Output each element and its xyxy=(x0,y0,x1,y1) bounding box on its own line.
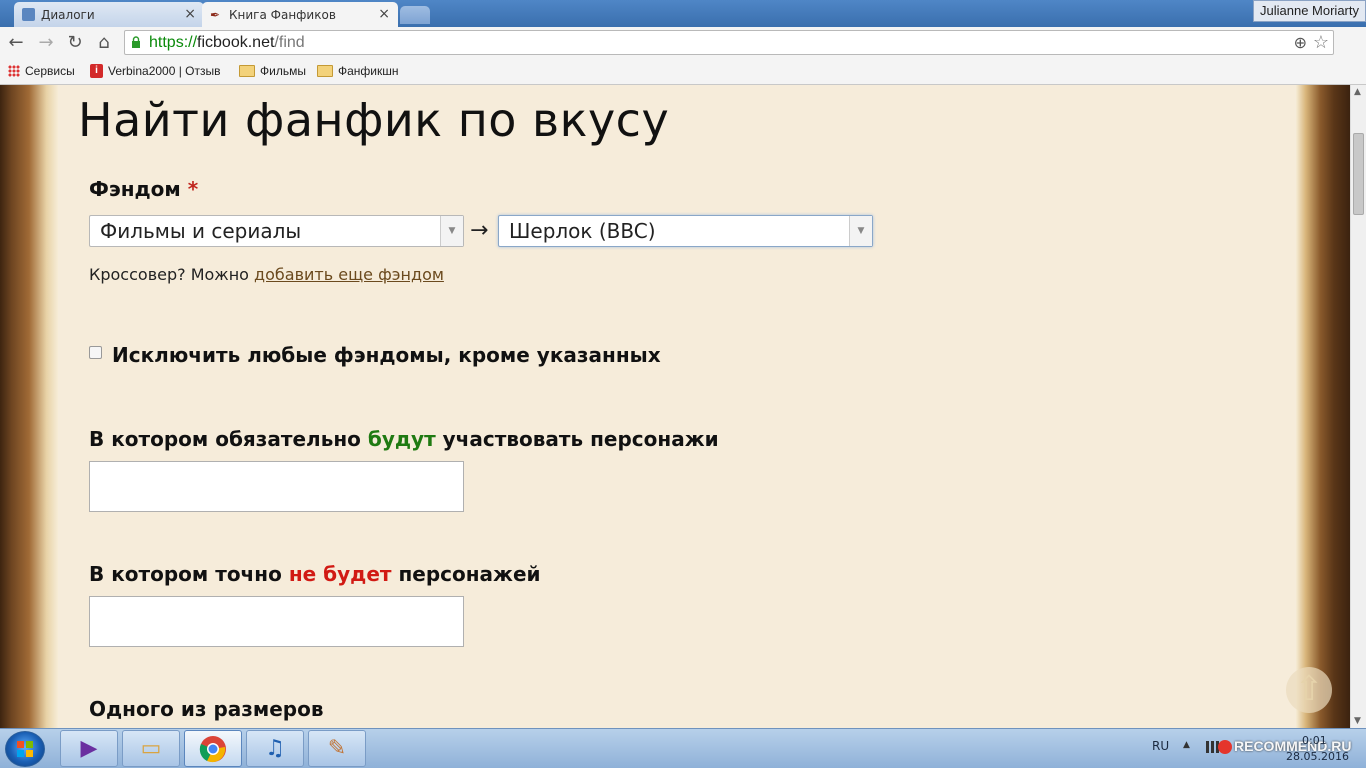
start-button[interactable] xyxy=(5,731,45,767)
page-title: Найти фанфик по вкусу xyxy=(78,93,670,147)
folder-icon xyxy=(239,65,255,77)
bookmark-star-icon[interactable]: ☆ xyxy=(1313,31,1329,54)
taskbar-media-player[interactable]: ▶ xyxy=(60,730,118,767)
tab-ficbook[interactable]: ✒ Книга Фанфиков × xyxy=(202,2,398,27)
apps-icon xyxy=(8,65,20,77)
exclude-fandoms-label[interactable]: Исключить любые фэндомы, кроме указанных xyxy=(112,343,661,367)
folder-icon xyxy=(317,65,333,77)
lock-icon xyxy=(132,36,140,48)
home-icon[interactable]: ⌂ xyxy=(94,33,114,53)
bookmark-fanfiction[interactable]: Фанфикшн xyxy=(317,64,399,78)
taskbar-paint[interactable]: ✎ xyxy=(308,730,366,767)
tab-label: Книга Фанфиков xyxy=(229,7,336,22)
profile-button[interactable]: Julianne Moriarty xyxy=(1253,0,1366,22)
zoom-icon[interactable]: ⊕ xyxy=(1294,32,1307,55)
fandom-select[interactable]: Шерлок (BBC) ▼ xyxy=(498,215,873,247)
include-characters-input[interactable] xyxy=(89,461,464,512)
include-characters-label: В котором обязательно будут участвовать … xyxy=(89,427,719,451)
fandom-label: Фэндом * xyxy=(89,177,199,201)
bookmarks-bar: Сервисы i Verbina2000 | Отзыв Фильмы Фан… xyxy=(0,59,1366,85)
media-player-icon: ▶ xyxy=(80,736,98,761)
dropdown-arrow-icon[interactable]: ▼ xyxy=(440,216,463,246)
page-viewport: Найти фанфик по вкусу Фэндом * Фильмы и … xyxy=(0,85,1350,728)
scroll-down-icon[interactable]: ▼ xyxy=(1354,716,1361,726)
scroll-up-icon[interactable]: ▲ xyxy=(1354,87,1361,97)
scrollbar-thumb[interactable] xyxy=(1353,133,1364,215)
chat-icon xyxy=(22,8,35,21)
taskbar-explorer[interactable]: ▭ xyxy=(122,730,180,767)
category-select[interactable]: Фильмы и сериалы ▼ xyxy=(89,215,464,247)
tab-label: Диалоги xyxy=(41,7,95,22)
reload-icon[interactable]: ↻ xyxy=(65,33,85,53)
close-icon[interactable]: × xyxy=(184,6,196,22)
address-bar[interactable]: https://ficbook.net/find ⊕ ☆ xyxy=(124,30,1334,55)
close-icon[interactable]: × xyxy=(378,6,390,22)
highlight-will-not: не будет xyxy=(288,562,392,586)
taskbar-music[interactable]: ♫ xyxy=(246,730,304,767)
exclude-fandoms-checkbox[interactable] xyxy=(89,346,102,359)
dropdown-arrow-icon[interactable]: ▼ xyxy=(849,216,872,246)
windows-logo-icon xyxy=(17,741,33,757)
taskbar-chrome[interactable] xyxy=(184,730,242,767)
clock-time[interactable]: 0:01 xyxy=(1302,735,1327,747)
exclude-characters-input[interactable] xyxy=(89,596,464,647)
bookmark-verbina[interactable]: i Verbina2000 | Отзыв xyxy=(90,64,228,78)
tray-expand-icon[interactable]: ▲ xyxy=(1183,740,1190,750)
taskbar: ▶ ▭ ♫ ✎ RU ▲ RECOMMEND.RU 0:01 28.05.201… xyxy=(0,728,1366,768)
explorer-icon: ▭ xyxy=(140,736,162,761)
required-mark: * xyxy=(187,177,199,201)
bookmark-services[interactable]: Сервисы xyxy=(8,64,75,78)
crossover-hint: Кроссовер? Можно добавить еще фэндом xyxy=(89,265,444,284)
tab-dialogs[interactable]: Диалоги × xyxy=(14,2,204,27)
irecommend-icon: i xyxy=(90,64,103,78)
chrome-icon xyxy=(199,735,226,762)
watermark-logo xyxy=(1218,740,1232,755)
book-frame-right xyxy=(1296,85,1350,728)
size-label: Одного из размеров xyxy=(89,697,324,721)
exclude-characters-label: В котором точно не будет персонажей xyxy=(89,562,541,586)
quill-icon: ✒ xyxy=(210,8,221,22)
add-fandom-link[interactable]: добавить еще фэндом xyxy=(254,265,444,284)
bookmark-films[interactable]: Фильмы xyxy=(239,64,306,78)
language-indicator[interactable]: RU xyxy=(1152,739,1169,753)
back-icon[interactable]: ← xyxy=(6,33,26,53)
music-icon: ♫ xyxy=(265,736,285,761)
tab-bar: Диалоги × ✒ Книга Фанфиков × Julianne Mo… xyxy=(0,0,1366,27)
forward-icon[interactable]: → xyxy=(36,33,56,53)
highlight-will: будут xyxy=(367,427,436,451)
new-tab-button[interactable] xyxy=(400,6,430,24)
url-text: https://ficbook.net/find xyxy=(149,34,305,51)
book-frame-left xyxy=(0,85,58,728)
page-scrollbar[interactable]: ▲ ▼ xyxy=(1350,85,1366,728)
paint-icon: ✎ xyxy=(327,736,347,761)
scroll-to-top-icon[interactable]: ⇧ xyxy=(1286,667,1332,713)
clock-date[interactable]: 28.05.2016 xyxy=(1286,750,1349,763)
arrow-separator: → xyxy=(470,218,489,243)
